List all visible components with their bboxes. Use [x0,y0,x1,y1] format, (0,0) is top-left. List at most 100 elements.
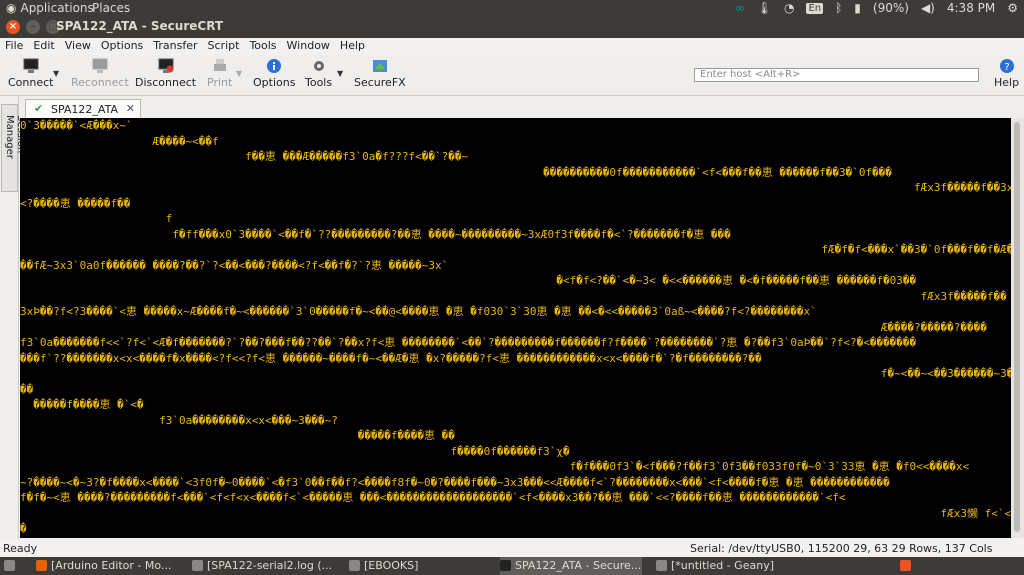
terminal-line: fÆx3f�����f��3xÞ��?f [20,181,1011,194]
geany-icon [656,560,667,571]
arduino-indicator-icon[interactable]: ∞ [735,1,745,15]
menu-file[interactable]: File [0,38,28,55]
terminal-line: fÆ�f�f<���x`��3�`0f���f��f�Æ�`?��� [20,243,1011,256]
terminal-line: fÆx3懒 f<`< [20,506,1011,520]
help-icon: ? [999,59,1014,73]
enter-host-input[interactable]: Enter host <Alt+R> [694,68,979,82]
taskbar-item-serial-log[interactable]: [SPA122-serial2.log (... [192,557,332,575]
printer-icon [213,59,226,71]
terminal-line: fÆx3f�����f�� [20,289,1007,303]
scrollbar-thumb[interactable] [1014,122,1020,532]
window-titlebar: × – □ SPA122_ATA - SecureCRT [0,16,1024,38]
bluetooth-icon[interactable]: ᛒ [835,1,842,15]
status-bar: Ready Serial: /dev/ttyUSB0, 115200 29, 6… [0,539,1024,568]
terminal-line: �����f����恵 �� [20,429,455,442]
terminal-line: ��fÆ~3x3`0a0f������ ����?��?`?<��<���?��… [20,258,449,272]
show-desktop-button[interactable] [4,557,18,575]
firefox-icon [36,560,47,571]
securefx-icon [372,60,387,72]
workspace-switcher-button[interactable] [900,557,920,575]
terminal-line: ~?����~<�~3?�f����x<����`<3f0f�~0����`<�… [20,475,890,489]
menu-view[interactable]: View [60,38,96,55]
terminal-line: f����0f������f3`χ� [20,444,570,458]
svg-text:?: ? [1004,62,1009,73]
minimize-window-button[interactable]: – [26,20,40,34]
menu-script[interactable]: Script [203,38,245,55]
terminal-line: ���f`??�������x<x<����f�x����<?f<<?f<恵 �… [20,351,762,365]
terminal-line: 3xÞ��?f<?3����`<恵 �����x~Æ����f�~<������… [20,305,817,318]
thermometer-icon[interactable]: 🌡 [757,1,772,15]
clock[interactable]: 4:38 PM [947,1,995,15]
menu-edit[interactable]: Edit [28,38,59,55]
workspace-icon [900,560,911,571]
terminal-line: f [20,212,173,225]
terminal-line: 0`3�����`<Æ���x~` [20,119,133,132]
keyboard-layout-indicator[interactable]: En [806,2,824,14]
monitor-icon [23,58,39,73]
text-editor-icon [192,560,203,571]
taskbar-item-geany[interactable]: [*untitled - Geany] [656,557,792,575]
tab-spa122-ata[interactable]: ✔ SPA122_ATA ✕ [25,99,141,118]
print-button[interactable]: Print [207,57,232,89]
battery-percentage: (90%) [872,1,909,15]
session-manager-tab[interactable]: Session Manager [1,104,26,192]
help-button[interactable]: ? Help [994,57,1019,89]
menu-window[interactable]: Window [282,38,335,55]
terminal-line: f�f���0f3`�<f���?f��f3`0f3��f033f0f�~0`3… [20,460,970,473]
session-manager-pane: Session Manager [0,96,26,539]
gear-icon [313,61,324,71]
system-top-panel: ◉ Applications Places ∞ 🌡 ◔ En ᛒ ▮ (90%) … [0,0,1024,16]
terminal-line: <?����恵 �����f�� [20,196,131,210]
system-tray: ∞ 🌡 ◔ En ᛒ ▮ (90%) ◀) 4:38 PM ⚙ [735,0,1018,16]
terminal-output[interactable]: 0`3�����`<Æ���x~` Æ����~<��f f��恵 ���Æ��… [20,118,1011,538]
session-tab-bar: ✔ SPA122_ATA ✕ [19,96,1024,118]
menu-options[interactable]: Options [96,38,148,55]
options-button[interactable]: Options [253,57,295,89]
terminal-line: �<f�f<?��`<�~3< �<<������恵 �<�f�����f��恵… [20,274,917,287]
print-dropdown-arrow-icon[interactable]: ▼ [236,69,242,78]
status-ready: Ready [3,542,38,555]
menu-transfer[interactable]: Transfer [148,38,202,55]
bottom-taskbar: [Arduino Editor - Mo... [SPA122-serial2.… [0,557,1024,575]
disconnect-icon [158,58,174,73]
tools-button[interactable]: Tools [305,57,332,89]
terminal-line: Æ����?�����?���� [20,320,987,334]
taskbar-item-securecrt[interactable]: SPA122_ATA - Secure... [500,557,642,575]
menu-tools[interactable]: Tools [244,38,281,55]
power-gear-icon[interactable]: ⚙ [1007,1,1018,15]
terminal-line: f�f�~<恵 ����?���������f<���`<f<f<x<����f… [20,491,846,504]
volume-icon[interactable]: ◀) [921,1,935,15]
menu-bar: File Edit View Options Transfer Script T… [0,38,1024,55]
terminal-line: f��恵 ���Æ�����f3`0a�f???f<��`?��~ [20,150,469,163]
terminal-line: f�~<��~<��3������~3���~?恵 �� [20,367,1011,380]
close-tab-icon[interactable]: ✕ [126,102,135,115]
reconnect-icon [92,58,108,73]
places-menu[interactable]: Places [92,1,130,15]
taskbar-item-ebooks[interactable]: [EBOOKS] [349,557,489,575]
tools-dropdown-arrow-icon[interactable]: ▼ [337,69,343,78]
taskbar-item-arduino[interactable]: [Arduino Editor - Mo... [36,557,174,575]
terminal-line: �����f����恵 �`<� [20,398,144,411]
desktop-icon [4,560,15,571]
close-window-button[interactable]: × [6,20,20,34]
reconnect-button[interactable]: Reconnect [71,57,129,89]
applications-menu[interactable]: ◉ Applications [6,1,94,15]
terminal-line: f�ff���x0`3����`<��f�`??���������?��恵 ��… [20,227,731,241]
connect-button[interactable]: Connect [8,57,53,89]
folder-icon [349,560,360,571]
wifi-icon[interactable]: ◔ [784,1,794,15]
terminal-line: � [20,522,27,535]
securefx-button[interactable]: SecureFX [354,57,406,89]
terminal-line: ����������0f�����������`<f<���f��恵 �����… [20,165,892,179]
securecrt-icon [500,560,511,571]
disconnect-button[interactable]: Disconnect [135,57,196,89]
window-title: SPA122_ATA - SecureCRT [56,19,224,33]
terminal-scrollbar[interactable] [1011,118,1024,538]
terminal-line: f3`0a��������x<x<���~3���~? [20,413,338,427]
terminal-line: �� [20,382,34,396]
menu-help[interactable]: Help [335,38,370,55]
terminal-line: f3`0a�������f<<`?f<`<Æ�f�������?`?��?���… [20,336,917,349]
connect-dropdown-arrow-icon[interactable]: ▼ [53,69,59,78]
battery-icon[interactable]: ▮ [854,1,861,15]
ubuntu-logo-icon: ◉ [6,1,17,15]
